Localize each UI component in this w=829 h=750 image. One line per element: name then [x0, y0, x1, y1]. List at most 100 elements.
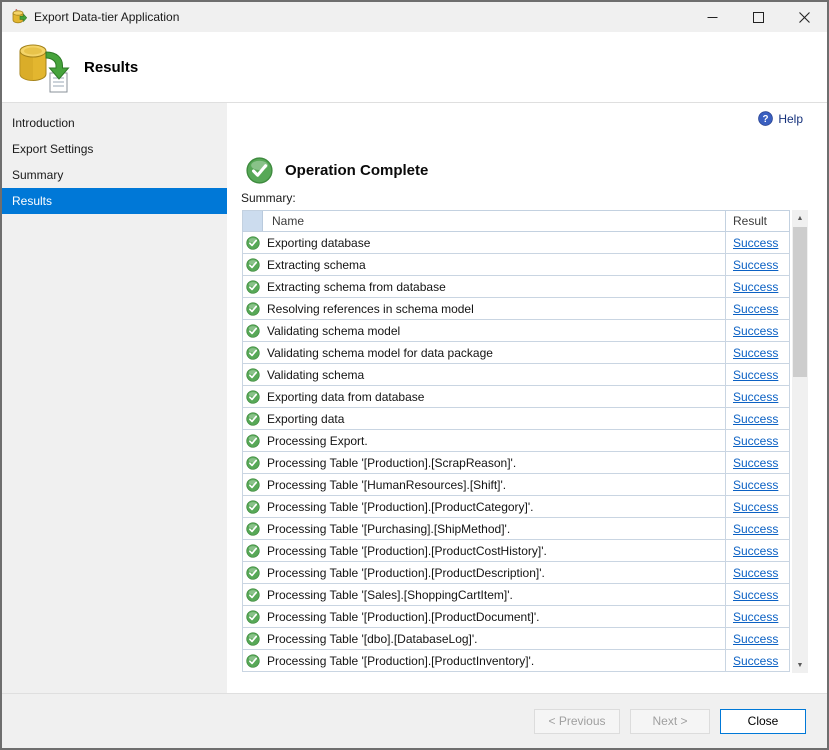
success-check-icon [246, 566, 260, 580]
column-header-status-icon [243, 211, 263, 231]
titlebar: Export Data-tier Application [2, 2, 827, 32]
database-export-icon [13, 40, 71, 94]
scroll-down-arrow-icon[interactable]: ▼ [792, 657, 808, 673]
table-row[interactable]: Processing Table '[Production].[ProductI… [242, 650, 790, 672]
table-row[interactable]: Extracting schema Success [242, 254, 790, 276]
help-label: Help [778, 112, 803, 126]
results-table-area: Name Result Exporting database Success [242, 210, 808, 673]
table-row[interactable]: Processing Export. Success [242, 430, 790, 452]
success-check-icon [246, 346, 260, 360]
svg-text:?: ? [763, 114, 769, 125]
result-link[interactable]: Success [733, 566, 778, 580]
help-icon: ? [758, 111, 773, 126]
wizard-header: Results [2, 32, 827, 103]
table-row[interactable]: Processing Table '[dbo].[DatabaseLog]'. … [242, 628, 790, 650]
result-link[interactable]: Success [733, 610, 778, 624]
sidebar-item-export-settings[interactable]: Export Settings [2, 136, 227, 162]
result-link[interactable]: Success [733, 588, 778, 602]
success-check-icon [246, 456, 260, 470]
result-link[interactable]: Success [733, 544, 778, 558]
operation-complete-check-icon [246, 157, 273, 184]
sidebar-item-introduction[interactable]: Introduction [2, 110, 227, 136]
table-row[interactable]: Extracting schema from database Success [242, 276, 790, 298]
window-controls [689, 2, 827, 32]
table-row[interactable]: Processing Table '[Purchasing].[ShipMeth… [242, 518, 790, 540]
result-link[interactable]: Success [733, 456, 778, 470]
minimize-button[interactable] [689, 2, 735, 32]
result-link[interactable]: Success [733, 654, 778, 668]
next-button[interactable]: Next > [630, 709, 710, 734]
page-title: Results [84, 59, 138, 76]
step-name: Exporting data from database [263, 386, 725, 407]
close-icon [799, 12, 810, 23]
maximize-icon [753, 12, 764, 23]
close-wizard-button[interactable]: Close [720, 709, 806, 734]
success-check-icon [246, 588, 260, 602]
success-check-icon [246, 478, 260, 492]
table-row[interactable]: Resolving references in schema model Suc… [242, 298, 790, 320]
help-link[interactable]: ? Help [758, 111, 803, 126]
result-link[interactable]: Success [733, 368, 778, 382]
step-name: Extracting schema from database [263, 276, 725, 297]
success-check-icon [246, 654, 260, 668]
summary-label: Summary: [241, 191, 296, 205]
result-link[interactable]: Success [733, 324, 778, 338]
result-link[interactable]: Success [733, 346, 778, 360]
table-row[interactable]: Validating schema model Success [242, 320, 790, 342]
sidebar-item-results[interactable]: Results [2, 188, 227, 214]
scroll-up-arrow-icon[interactable]: ▲ [792, 210, 808, 226]
main-content: ? Help Operation Complete Summary: [227, 103, 827, 693]
table-row[interactable]: Processing Table '[Production].[ScrapRea… [242, 452, 790, 474]
step-name: Resolving references in schema model [263, 298, 725, 319]
result-link[interactable]: Success [733, 522, 778, 536]
step-name: Processing Table '[Production].[ProductD… [263, 562, 725, 583]
step-name: Processing Table '[Production].[ProductC… [263, 496, 725, 517]
status-heading: Operation Complete [285, 162, 428, 179]
result-link[interactable]: Success [733, 236, 778, 250]
status-row: Operation Complete [246, 157, 428, 184]
close-window-button[interactable] [781, 2, 827, 32]
success-check-icon [246, 236, 260, 250]
step-name: Exporting data [263, 408, 725, 429]
result-link[interactable]: Success [733, 412, 778, 426]
sidebar-nav: Introduction Export Settings Summary Res… [2, 103, 227, 693]
result-link[interactable]: Success [733, 280, 778, 294]
result-link[interactable]: Success [733, 390, 778, 404]
success-check-icon [246, 324, 260, 338]
table-row[interactable]: Processing Table '[Production].[ProductD… [242, 606, 790, 628]
table-row[interactable]: Processing Table '[HumanResources].[Shif… [242, 474, 790, 496]
step-name: Exporting database [263, 232, 725, 253]
sidebar-item-label: Export Settings [12, 142, 93, 156]
step-name: Processing Table '[Production].[ProductI… [263, 650, 725, 671]
step-name: Processing Table '[Production].[ProductC… [263, 540, 725, 561]
table-row[interactable]: Processing Table '[Production].[ProductC… [242, 540, 790, 562]
success-check-icon [246, 302, 260, 316]
column-header-name: Name [263, 211, 725, 231]
table-scrollbar[interactable]: ▲ ▼ [792, 210, 808, 673]
table-row[interactable]: Processing Table '[Production].[ProductD… [242, 562, 790, 584]
table-row[interactable]: Validating schema Success [242, 364, 790, 386]
previous-button[interactable]: < Previous [534, 709, 620, 734]
sidebar-item-summary[interactable]: Summary [2, 162, 227, 188]
step-name: Validating schema model [263, 320, 725, 341]
maximize-button[interactable] [735, 2, 781, 32]
step-name: Processing Table '[Purchasing].[ShipMeth… [263, 518, 725, 539]
result-link[interactable]: Success [733, 258, 778, 272]
table-row[interactable]: Exporting database Success [242, 232, 790, 254]
step-name: Validating schema [263, 364, 725, 385]
result-link[interactable]: Success [733, 434, 778, 448]
table-row[interactable]: Exporting data from database Success [242, 386, 790, 408]
success-check-icon [246, 522, 260, 536]
result-link[interactable]: Success [733, 632, 778, 646]
scrollbar-thumb[interactable] [793, 227, 807, 377]
result-link[interactable]: Success [733, 500, 778, 514]
result-link[interactable]: Success [733, 302, 778, 316]
table-row[interactable]: Validating schema model for data package… [242, 342, 790, 364]
result-link[interactable]: Success [733, 478, 778, 492]
table-row[interactable]: Processing Table '[Sales].[ShoppingCartI… [242, 584, 790, 606]
success-check-icon [246, 390, 260, 404]
table-row[interactable]: Exporting data Success [242, 408, 790, 430]
table-row[interactable]: Processing Table '[Production].[ProductC… [242, 496, 790, 518]
window-title: Export Data-tier Application [34, 10, 689, 24]
sidebar-item-label: Summary [12, 168, 63, 182]
